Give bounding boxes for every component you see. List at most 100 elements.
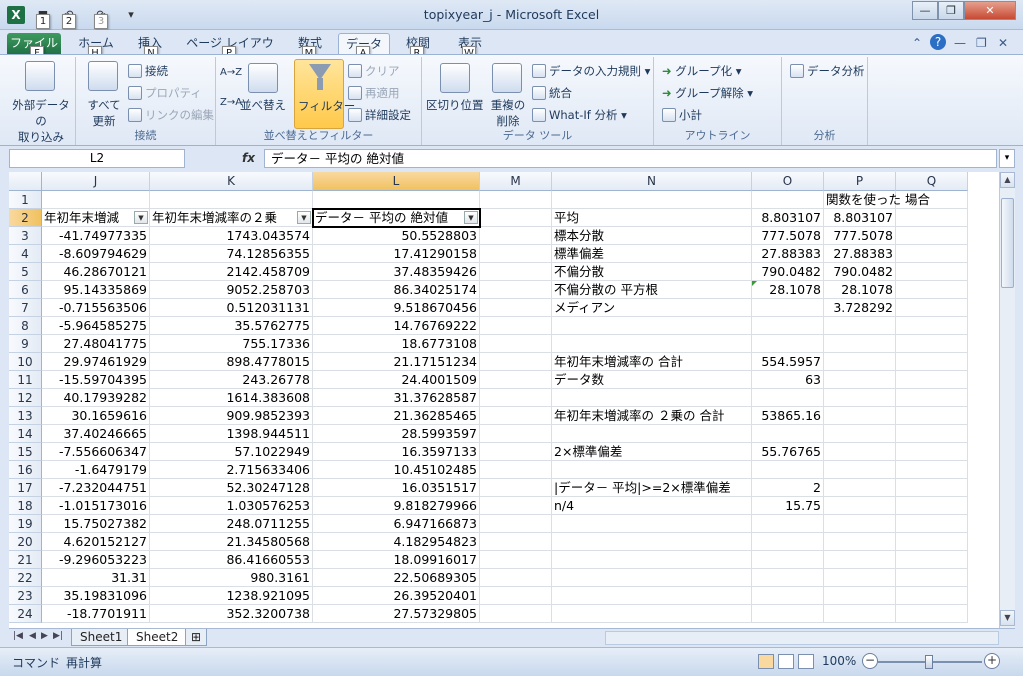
row-header[interactable]: 18	[9, 497, 42, 515]
cell[interactable]: 年初年末増減 ▼	[42, 209, 150, 227]
cell[interactable]: 30.1659616	[42, 407, 150, 425]
cell[interactable]	[480, 569, 552, 587]
cell[interactable]: 24.4001509	[313, 371, 480, 389]
cell[interactable]: 86.34025174	[313, 281, 480, 299]
cell[interactable]	[552, 317, 752, 335]
help-icon[interactable]: ?	[930, 34, 946, 50]
what-if-button[interactable]: What-If 分析 ▾	[532, 107, 627, 123]
cell[interactable]: 年初年末増減率の 合計	[552, 353, 752, 371]
row-header[interactable]: 10	[9, 353, 42, 371]
clear-button[interactable]: クリア	[348, 63, 400, 79]
cell[interactable]	[752, 605, 824, 623]
cell[interactable]: 9.518670456	[313, 299, 480, 317]
cell[interactable]: -18.7701911	[42, 605, 150, 623]
cell[interactable]: 28.5993597	[313, 425, 480, 443]
insert-function-icon[interactable]: fx	[242, 151, 255, 165]
cell[interactable]: 8.803107	[824, 209, 896, 227]
cell[interactable]	[480, 461, 552, 479]
cell[interactable]	[824, 515, 896, 533]
row-header[interactable]: 5	[9, 263, 42, 281]
cell[interactable]: 554.5957	[752, 353, 824, 371]
cell[interactable]: -41.74977335	[42, 227, 150, 245]
row-header[interactable]: 17	[9, 479, 42, 497]
filter-dropdown-icon[interactable]: ▼	[297, 211, 311, 224]
cell[interactable]	[552, 335, 752, 353]
cell[interactable]	[480, 407, 552, 425]
row-header[interactable]: 16	[9, 461, 42, 479]
row-header[interactable]: 8	[9, 317, 42, 335]
cell[interactable]: -7.232044751	[42, 479, 150, 497]
cell[interactable]	[824, 371, 896, 389]
cell[interactable]	[480, 335, 552, 353]
cell[interactable]: 15.75027382	[42, 515, 150, 533]
cell[interactable]: 28.1078	[752, 281, 824, 299]
cell[interactable]	[480, 497, 552, 515]
cell[interactable]: 50.5528803	[313, 227, 480, 245]
cell[interactable]: 8.803107	[752, 209, 824, 227]
cell[interactable]	[896, 227, 968, 245]
row-header[interactable]: 19	[9, 515, 42, 533]
cell[interactable]	[896, 389, 968, 407]
scroll-up-icon[interactable]: ▲	[1000, 172, 1015, 188]
row-header[interactable]: 14	[9, 425, 42, 443]
cell[interactable]	[752, 515, 824, 533]
cell[interactable]	[480, 209, 552, 227]
cell[interactable]	[552, 551, 752, 569]
cell[interactable]	[752, 551, 824, 569]
subtotal-button[interactable]: 小計	[662, 107, 702, 123]
cell[interactable]	[896, 191, 968, 209]
cell[interactable]: 57.1022949	[150, 443, 313, 461]
column-header[interactable]: O	[752, 172, 824, 191]
cell[interactable]: 37.48359426	[313, 263, 480, 281]
error-indicator-icon[interactable]	[752, 281, 757, 286]
cell[interactable]	[480, 551, 552, 569]
cell[interactable]: 1614.383608	[150, 389, 313, 407]
cell[interactable]	[824, 425, 896, 443]
cell[interactable]: -8.609794629	[42, 245, 150, 263]
cell[interactable]: 74.12856355	[150, 245, 313, 263]
cell[interactable]: 0.512031131	[150, 299, 313, 317]
sheet-tab-sheet1[interactable]: Sheet1	[71, 629, 132, 646]
cell[interactable]	[896, 461, 968, 479]
cell[interactable]: データ数	[552, 371, 752, 389]
cell[interactable]	[896, 479, 968, 497]
cell[interactable]	[752, 569, 824, 587]
next-sheet-icon[interactable]: ▶	[41, 631, 48, 641]
row-header[interactable]: 7	[9, 299, 42, 317]
row-header[interactable]: 11	[9, 371, 42, 389]
cell[interactable]: -7.556606347	[42, 443, 150, 461]
zoom-level[interactable]: 100%	[822, 654, 856, 668]
cell[interactable]	[480, 515, 552, 533]
cell[interactable]	[824, 389, 896, 407]
cell[interactable]: 35.5762775	[150, 317, 313, 335]
cell[interactable]: 17.41290158	[313, 245, 480, 263]
minimize-ribbon-icon[interactable]: ⌃	[912, 36, 922, 50]
cell[interactable]	[896, 245, 968, 263]
cell[interactable]	[752, 299, 824, 317]
cell[interactable]	[896, 515, 968, 533]
cell[interactable]: 95.14335869	[42, 281, 150, 299]
cell[interactable]	[480, 281, 552, 299]
cell[interactable]: 26.39520401	[313, 587, 480, 605]
cell[interactable]: 243.26778	[150, 371, 313, 389]
insert-sheet-icon[interactable]: ⊞	[185, 629, 208, 646]
cell[interactable]	[552, 461, 752, 479]
sort-button[interactable]: 並べ替え	[240, 97, 286, 113]
column-header[interactable]: J	[42, 172, 150, 191]
cell[interactable]	[752, 461, 824, 479]
column-header[interactable]: M	[480, 172, 552, 191]
cell[interactable]	[480, 299, 552, 317]
cell[interactable]	[824, 461, 896, 479]
row-header[interactable]: 24	[9, 605, 42, 623]
cell[interactable]	[480, 479, 552, 497]
cell[interactable]: -5.964585275	[42, 317, 150, 335]
row-header[interactable]: 21	[9, 551, 42, 569]
group-button[interactable]: ➜ グループ化 ▾	[662, 63, 742, 79]
cell[interactable]: 4.620152127	[42, 533, 150, 551]
cell[interactable]	[552, 191, 752, 209]
cell[interactable]	[824, 407, 896, 425]
cell[interactable]: 27.48041775	[42, 335, 150, 353]
last-sheet-icon[interactable]: ▶|	[53, 631, 63, 641]
first-sheet-icon[interactable]: |◀	[13, 631, 23, 641]
cell[interactable]: 9.818279966	[313, 497, 480, 515]
